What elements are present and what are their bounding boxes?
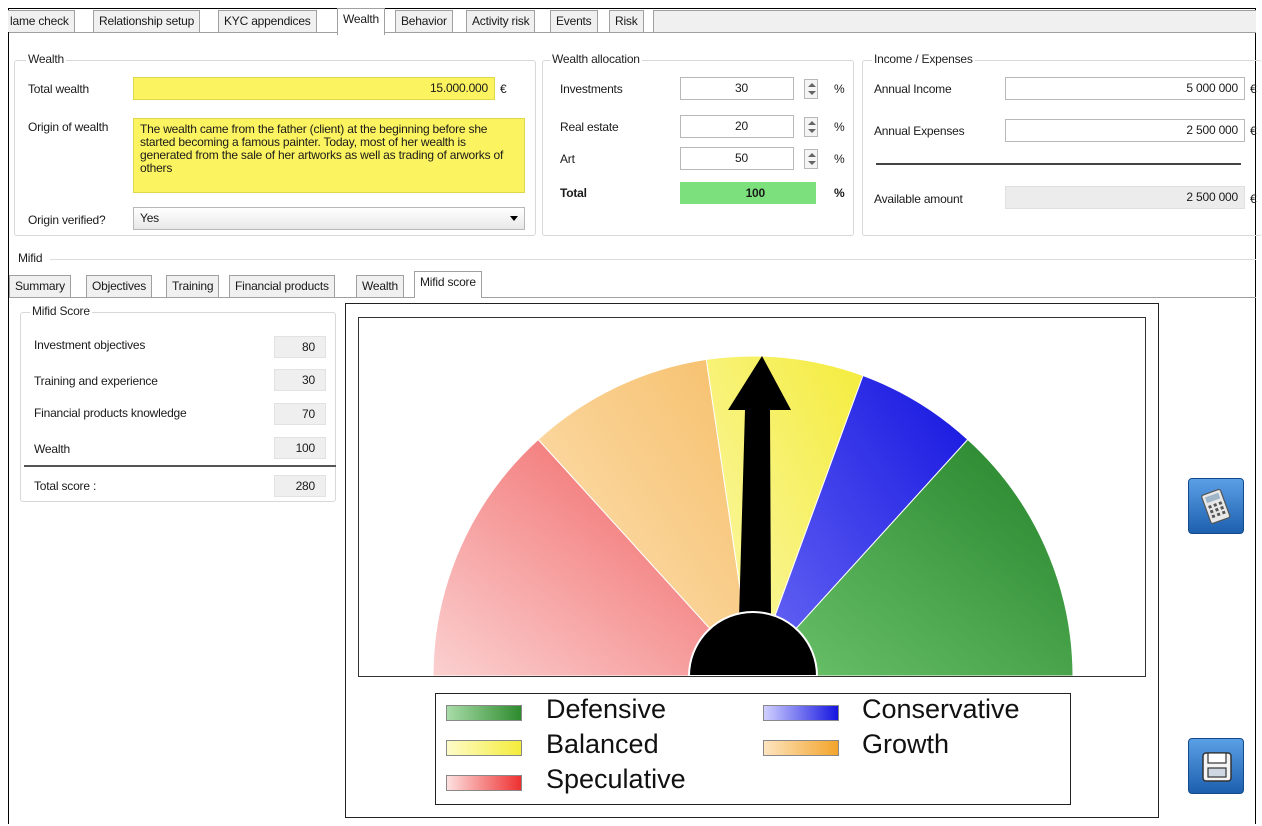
allocation-real-estate-unit: % bbox=[834, 120, 845, 134]
legend-swatch-speculative bbox=[446, 775, 522, 791]
tab-strip-divider bbox=[9, 32, 1256, 33]
chevron-down-icon[interactable] bbox=[510, 216, 518, 221]
legend-swatch-conservative bbox=[763, 705, 839, 721]
annual-expenses-input[interactable]: 2 500 000 bbox=[1005, 119, 1245, 142]
tab-activity-risk[interactable]: Activity risk bbox=[466, 10, 536, 32]
available-amount-field: 2 500 000 bbox=[1005, 186, 1245, 209]
allocation-investments-unit: % bbox=[834, 82, 845, 96]
origin-of-wealth-label: Origin of wealth bbox=[28, 120, 109, 134]
tab-risk[interactable]: Risk bbox=[609, 10, 644, 32]
total-wealth-field[interactable]: 15.000.000 bbox=[133, 77, 495, 100]
gauge-chart-area bbox=[358, 317, 1146, 677]
tab-relationship-setup[interactable]: Relationship setup bbox=[93, 10, 201, 32]
legend-label-defensive: Defensive bbox=[546, 694, 667, 724]
mifid-section-rule bbox=[50, 259, 1256, 260]
total-wealth-label: Total wealth bbox=[28, 82, 89, 96]
allocation-total-unit: % bbox=[834, 186, 845, 200]
score-financial-products-value: 70 bbox=[274, 403, 326, 425]
tab-behavior[interactable]: Behavior bbox=[395, 10, 453, 32]
legend-swatch-defensive bbox=[446, 705, 522, 721]
mifid-tab-wealth[interactable]: Wealth bbox=[356, 275, 404, 297]
income-expenses-title: Income / Expenses bbox=[872, 52, 975, 66]
investments-spinner[interactable] bbox=[804, 79, 818, 99]
available-amount-currency: € bbox=[1250, 192, 1257, 206]
allocation-investments-input[interactable]: 30 bbox=[680, 77, 794, 100]
calculator-icon bbox=[1201, 488, 1231, 524]
allocation-art-input[interactable]: 50 bbox=[680, 147, 794, 170]
origin-verified-value: Yes bbox=[140, 211, 159, 225]
score-financial-products-label: Financial products knowledge bbox=[34, 406, 187, 420]
legend-swatch-growth bbox=[763, 740, 839, 756]
score-investment-objectives-value: 80 bbox=[274, 336, 326, 358]
score-wealth-value: 100 bbox=[274, 437, 326, 459]
allocation-total-label: Total bbox=[560, 186, 587, 200]
save-icon bbox=[1202, 752, 1232, 782]
mifid-tab-objectives[interactable]: Objectives bbox=[86, 275, 153, 297]
score-wealth-label: Wealth bbox=[34, 442, 70, 456]
score-total-divider bbox=[24, 465, 336, 467]
total-wealth-currency: € bbox=[500, 82, 507, 96]
available-amount-label: Available amount bbox=[874, 192, 963, 206]
mifid-tab-financial-products[interactable]: Financial products bbox=[229, 275, 335, 297]
allocation-art-label: Art bbox=[560, 152, 575, 166]
origin-verified-select[interactable]: Yes bbox=[133, 207, 525, 230]
tab-events[interactable]: Events bbox=[550, 10, 598, 32]
mifid-gauge bbox=[432, 355, 1074, 676]
annual-income-label: Annual Income bbox=[874, 82, 952, 96]
annual-expenses-currency: € bbox=[1250, 124, 1257, 138]
allocation-investments-label: Investments bbox=[560, 82, 623, 96]
allocation-art-unit: % bbox=[834, 152, 845, 166]
score-training-label: Training and experience bbox=[34, 374, 158, 388]
annual-income-currency: € bbox=[1250, 82, 1257, 96]
allocation-real-estate-label: Real estate bbox=[560, 120, 619, 134]
total-score-label: Total score : bbox=[34, 479, 97, 493]
real-estate-spinner[interactable] bbox=[804, 117, 818, 137]
tab-wealth[interactable]: Wealth bbox=[337, 8, 385, 35]
mifid-tab-summary[interactable]: Summary bbox=[9, 275, 71, 297]
annual-expenses-label: Annual Expenses bbox=[874, 124, 965, 138]
tab-kyc-appendices[interactable]: KYC appendices bbox=[218, 10, 317, 32]
annual-income-input[interactable]: 5 000 000 bbox=[1005, 77, 1245, 100]
income-divider bbox=[876, 163, 1241, 165]
wealth-allocation-title: Wealth allocation bbox=[550, 52, 642, 66]
allocation-real-estate-input[interactable]: 20 bbox=[680, 115, 794, 138]
origin-of-wealth-textarea[interactable]: The wealth came from the father (client)… bbox=[133, 118, 525, 193]
score-investment-objectives-label: Investment objectives bbox=[34, 338, 146, 352]
mifid-tab-divider bbox=[9, 297, 1256, 298]
art-spinner[interactable] bbox=[804, 149, 818, 169]
mifid-score-title: Mifid Score bbox=[30, 304, 92, 318]
tab-name-check[interactable]: lame check bbox=[8, 10, 75, 32]
mifid-tab-mifid-score[interactable]: Mifid score bbox=[414, 271, 482, 298]
legend-label-speculative: Speculative bbox=[546, 764, 686, 794]
legend-label-balanced: Balanced bbox=[546, 729, 659, 759]
legend-label-growth: Growth bbox=[862, 729, 950, 759]
tab-strip-filler bbox=[653, 10, 1256, 32]
total-score-value: 280 bbox=[274, 475, 326, 497]
allocation-total-value: 100 bbox=[680, 182, 816, 204]
legend-swatch-balanced bbox=[446, 740, 522, 756]
origin-verified-label: Origin verified? bbox=[28, 213, 106, 227]
calculate-button[interactable] bbox=[1188, 478, 1244, 534]
score-training-value: 30 bbox=[274, 369, 326, 391]
wealth-group-title: Wealth bbox=[26, 52, 66, 66]
mifid-section-title: Mifid bbox=[18, 251, 43, 265]
save-button[interactable] bbox=[1188, 738, 1244, 794]
legend-label-conservative: Conservative bbox=[862, 694, 1020, 724]
mifid-tab-training[interactable]: Training bbox=[166, 275, 220, 297]
